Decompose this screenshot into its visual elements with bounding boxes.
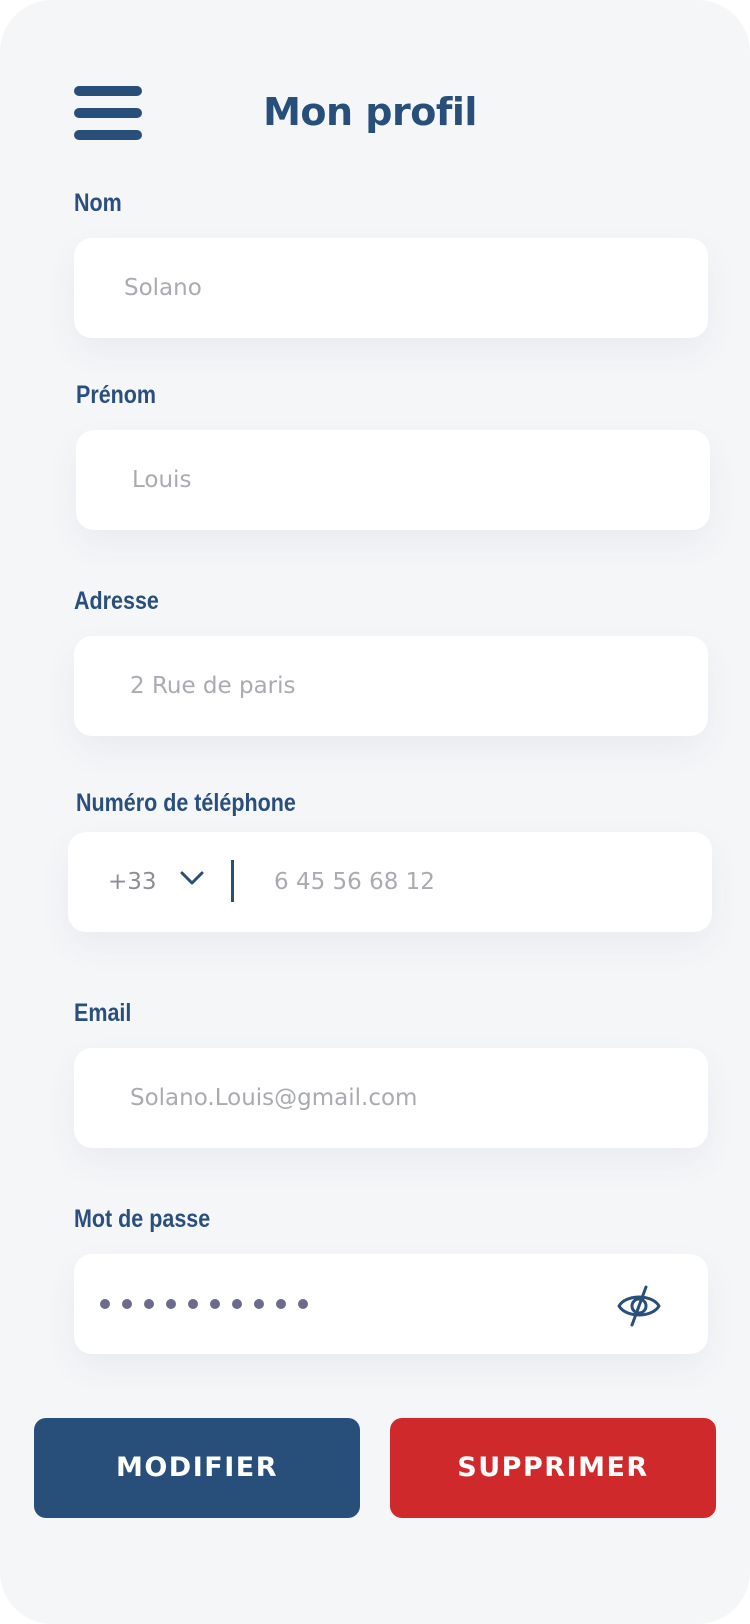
adresse-field[interactable]: 2 Rue de paris xyxy=(74,636,708,736)
telephone-field[interactable]: +33 6 45 56 68 12 xyxy=(68,832,712,932)
email-field[interactable]: Solano.Louis@gmail.com xyxy=(74,1048,708,1148)
password-dot xyxy=(254,1299,264,1309)
adresse-value: 2 Rue de paris xyxy=(130,673,296,699)
profile-screen: Mon profil Nom Solano Prénom Louis Adres… xyxy=(0,0,750,1624)
prenom-field[interactable]: Louis xyxy=(76,430,710,530)
password-label: Mot de passe xyxy=(74,1205,211,1233)
password-dot xyxy=(144,1299,154,1309)
telephone-label: Numéro de téléphone xyxy=(76,789,296,817)
password-masked-value xyxy=(100,1254,308,1354)
modify-button[interactable]: MODIFIER xyxy=(34,1418,360,1518)
prenom-label: Prénom xyxy=(76,381,157,409)
password-field[interactable] xyxy=(74,1254,708,1354)
password-dot xyxy=(298,1299,308,1309)
password-dot xyxy=(188,1299,198,1309)
menu-bar xyxy=(74,130,142,140)
password-dot xyxy=(122,1299,132,1309)
eye-slash-icon[interactable] xyxy=(616,1284,662,1328)
password-dot xyxy=(100,1299,110,1309)
country-code-select[interactable]: +33 xyxy=(108,832,157,932)
password-dot xyxy=(166,1299,176,1309)
phone-divider xyxy=(231,860,234,902)
password-dot xyxy=(276,1299,286,1309)
password-dot xyxy=(210,1299,220,1309)
delete-button[interactable]: SUPPRIMER xyxy=(390,1418,716,1518)
nom-value: Solano xyxy=(124,275,202,301)
nom-field[interactable]: Solano xyxy=(74,238,708,338)
menu-bar xyxy=(74,108,142,118)
telephone-value: 6 45 56 68 12 xyxy=(274,869,435,895)
email-value: Solano.Louis@gmail.com xyxy=(130,1085,418,1111)
menu-bar xyxy=(74,86,142,96)
prenom-value: Louis xyxy=(132,467,192,493)
email-label: Email xyxy=(74,999,132,1027)
hamburger-menu-icon[interactable] xyxy=(74,86,142,140)
chevron-down-icon[interactable] xyxy=(179,868,205,888)
password-dot xyxy=(232,1299,242,1309)
adresse-label: Adresse xyxy=(74,587,159,615)
nom-label: Nom xyxy=(74,189,122,217)
page-title: Mon profil xyxy=(263,90,477,134)
